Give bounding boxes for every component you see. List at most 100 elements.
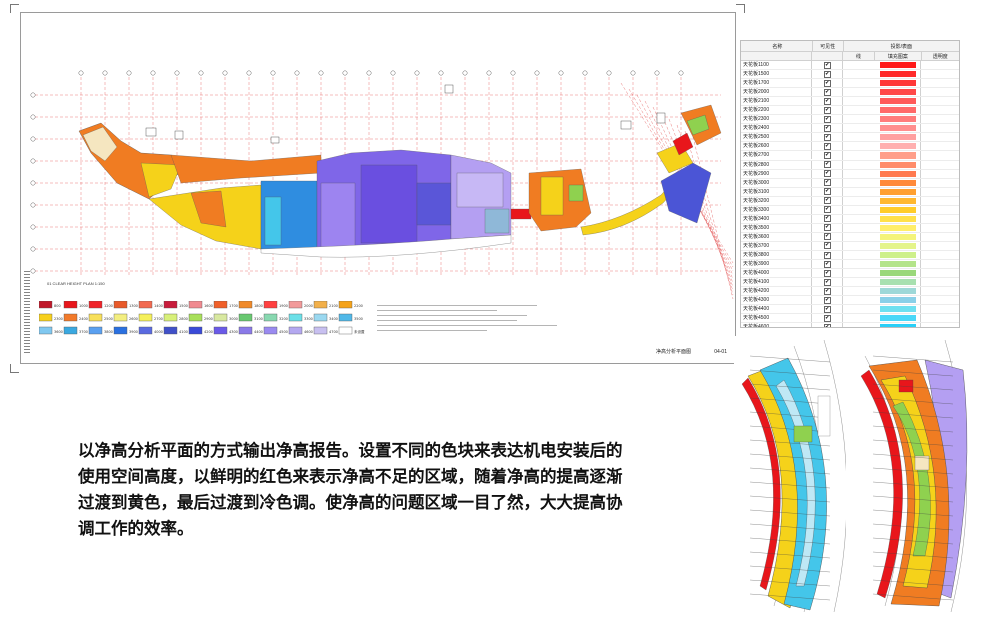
table-row[interactable]: 天花板1100 ✔ — [741, 61, 959, 71]
table-row[interactable]: 天花板2600 ✔ — [741, 142, 959, 152]
table-row[interactable]: 天花板3900 ✔ — [741, 260, 959, 270]
header-visible[interactable]: 可见性 — [813, 41, 844, 51]
drawing-sheet[interactable]: 01 CLEAR HEIGHT PLAN 1:150 800 1000 1200 13… — [20, 12, 736, 364]
visibility-checkbox[interactable]: ✔ — [823, 133, 831, 141]
fill-cell[interactable] — [876, 269, 922, 278]
fill-cell[interactable] — [876, 314, 922, 323]
visibility-checkbox[interactable]: ✔ — [823, 278, 831, 286]
fill-cell[interactable] — [876, 106, 922, 115]
table-row[interactable]: 天花板2500 ✔ — [741, 133, 959, 143]
table-row[interactable]: 天花板3500 ✔ — [741, 223, 959, 233]
visibility-checkbox[interactable]: ✔ — [823, 224, 831, 232]
table-row[interactable]: 天花板3700 ✔ — [741, 241, 959, 251]
fill-cell[interactable] — [876, 260, 922, 269]
visibility-checkbox[interactable]: ✔ — [823, 269, 831, 277]
table-row[interactable]: 天花板2100 ✔ — [741, 97, 959, 107]
visibility-checkbox[interactable]: ✔ — [823, 97, 831, 105]
legend-label: 4000 — [154, 330, 163, 334]
fill-cell[interactable] — [876, 178, 922, 187]
table-row[interactable]: 天花板4200 ✔ — [741, 287, 959, 297]
table-row[interactable]: 天花板2400 ✔ — [741, 124, 959, 134]
visibility-checkbox[interactable]: ✔ — [823, 197, 831, 205]
visibility-checkbox[interactable]: ✔ — [823, 323, 831, 327]
visibility-checkbox[interactable]: ✔ — [823, 142, 831, 150]
table-row[interactable]: 天花板4100 ✔ — [741, 278, 959, 288]
visibility-checkbox[interactable]: ✔ — [823, 115, 831, 123]
table-row[interactable]: 天花板4500 ✔ — [741, 314, 959, 324]
visibility-checkbox[interactable]: ✔ — [823, 179, 831, 187]
header-fill-pattern[interactable]: 填充图案 — [875, 52, 922, 60]
visibility-checkbox[interactable]: ✔ — [823, 242, 831, 250]
fill-cell[interactable] — [876, 187, 922, 196]
visibility-checkbox[interactable]: ✔ — [823, 287, 831, 295]
fill-cell[interactable] — [876, 305, 922, 314]
fill-cell[interactable] — [876, 287, 922, 296]
table-row[interactable]: 天花板3300 ✔ — [741, 205, 959, 215]
fill-cell[interactable] — [876, 88, 922, 97]
fill-cell[interactable] — [876, 223, 922, 232]
fill-cell[interactable] — [876, 296, 922, 305]
visibility-checkbox[interactable]: ✔ — [823, 170, 831, 178]
fill-cell[interactable] — [876, 115, 922, 124]
visibility-checkbox[interactable]: ✔ — [823, 314, 831, 322]
header-line[interactable]: 线 — [843, 52, 876, 60]
table-row[interactable]: 天花板2700 ✔ — [741, 151, 959, 161]
table-row[interactable]: 天花板1500 ✔ — [741, 70, 959, 80]
table-row[interactable]: 天花板4300 ✔ — [741, 296, 959, 306]
visibility-checkbox[interactable]: ✔ — [823, 305, 831, 313]
fill-cell[interactable] — [876, 232, 922, 241]
table-row[interactable]: 天花板1700 ✔ — [741, 79, 959, 89]
fill-cell[interactable] — [876, 205, 922, 214]
visibility-checkbox[interactable]: ✔ — [823, 296, 831, 304]
visibility-checkbox[interactable]: ✔ — [823, 251, 831, 259]
visibility-checkbox[interactable]: ✔ — [823, 124, 831, 132]
curved-plan-thumbnail-2[interactable] — [855, 336, 971, 612]
fill-cell[interactable] — [876, 61, 922, 70]
visibility-checkbox[interactable]: ✔ — [823, 151, 831, 159]
table-row[interactable]: 天花板2000 ✔ — [741, 88, 959, 98]
table-row[interactable]: 天花板2300 ✔ — [741, 115, 959, 125]
visibility-checkbox[interactable]: ✔ — [823, 88, 831, 96]
curved-plan-thumbnail-1[interactable] — [734, 336, 846, 612]
fill-cell[interactable] — [876, 79, 922, 88]
fill-cell[interactable] — [876, 160, 922, 169]
table-row[interactable]: 天花板2900 ✔ — [741, 169, 959, 179]
visibility-checkbox[interactable]: ✔ — [823, 106, 831, 114]
visibility-checkbox[interactable]: ✔ — [823, 79, 831, 87]
table-row[interactable]: 天花板2800 ✔ — [741, 160, 959, 170]
fill-cell[interactable] — [876, 241, 922, 250]
visibility-checkbox[interactable]: ✔ — [823, 233, 831, 241]
fill-cell[interactable] — [876, 97, 922, 106]
fill-cell[interactable] — [876, 133, 922, 142]
visibility-checkbox[interactable]: ✔ — [823, 70, 831, 78]
visibility-checkbox[interactable]: ✔ — [823, 260, 831, 268]
fill-cell[interactable] — [876, 142, 922, 151]
fill-cell[interactable] — [876, 323, 922, 327]
fill-cell[interactable] — [876, 278, 922, 287]
visibility-graphics-table[interactable]: 名称 可见性 投影/表面 线 填充图案 透明度 天花板1100 ✔ 天花板1500 ✔… — [740, 40, 960, 328]
header-name[interactable]: 名称 — [741, 41, 813, 51]
fill-cell[interactable] — [876, 196, 922, 205]
table-row[interactable]: 天花板3600 ✔ — [741, 232, 959, 242]
header-transparency[interactable]: 透明度 — [922, 52, 959, 60]
table-row[interactable]: 天花板3800 ✔ — [741, 250, 959, 261]
visibility-checkbox[interactable]: ✔ — [823, 215, 831, 223]
table-row[interactable]: 天花板3100 ✔ — [741, 187, 959, 197]
table-row[interactable]: 天花板3400 ✔ — [741, 214, 959, 224]
visibility-checkbox[interactable]: ✔ — [823, 188, 831, 196]
table-row[interactable]: 天花板4400 ✔ — [741, 305, 959, 315]
visibility-checkbox[interactable]: ✔ — [823, 61, 831, 69]
visibility-checkbox[interactable]: ✔ — [823, 161, 831, 169]
visibility-checkbox[interactable]: ✔ — [823, 206, 831, 214]
table-row[interactable]: 天花板4000 ✔ — [741, 269, 959, 279]
table-row[interactable]: 天花板3200 ✔ — [741, 196, 959, 206]
fill-cell[interactable] — [876, 70, 922, 79]
fill-cell[interactable] — [876, 151, 922, 160]
fill-cell[interactable] — [876, 169, 922, 178]
fill-cell[interactable] — [876, 214, 922, 223]
table-row[interactable]: 天花板2200 ✔ — [741, 106, 959, 116]
fill-cell[interactable] — [876, 250, 922, 260]
table-row[interactable]: 天花板4600 ✔ — [741, 323, 959, 327]
fill-cell[interactable] — [876, 124, 922, 133]
table-row[interactable]: 天花板3000 ✔ — [741, 178, 959, 188]
